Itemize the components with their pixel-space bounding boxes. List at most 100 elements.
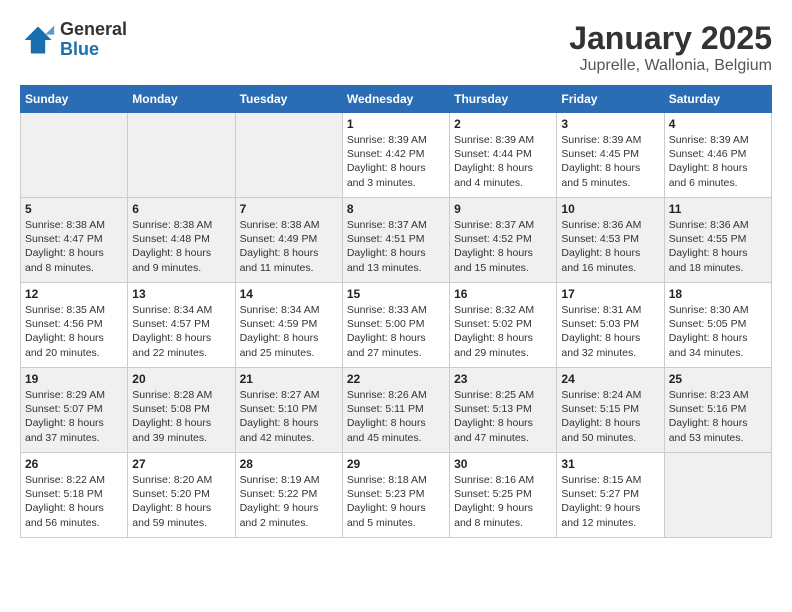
calendar-cell: 2 Sunrise: 8:39 AM Sunset: 4:44 PM Daylig…	[450, 113, 557, 198]
day-info: Sunrise: 8:38 AM Sunset: 4:47 PM Dayligh…	[25, 218, 123, 275]
day-info: Sunrise: 8:16 AM Sunset: 5:25 PM Dayligh…	[454, 473, 552, 530]
day-info: Sunrise: 8:39 AM Sunset: 4:44 PM Dayligh…	[454, 133, 552, 190]
day-number: 12	[25, 287, 123, 301]
calendar-cell: 21 Sunrise: 8:27 AM Sunset: 5:10 PM Dayli…	[235, 368, 342, 453]
day-number: 1	[347, 117, 445, 131]
day-info: Sunrise: 8:39 AM Sunset: 4:45 PM Dayligh…	[561, 133, 659, 190]
day-number: 9	[454, 202, 552, 216]
day-number: 7	[240, 202, 338, 216]
day-info: Sunrise: 8:39 AM Sunset: 4:46 PM Dayligh…	[669, 133, 767, 190]
day-number: 11	[669, 202, 767, 216]
week-row-1: 1 Sunrise: 8:39 AM Sunset: 4:42 PM Daylig…	[21, 113, 772, 198]
day-info: Sunrise: 8:15 AM Sunset: 5:27 PM Dayligh…	[561, 473, 659, 530]
calendar-cell	[664, 453, 771, 538]
day-number: 22	[347, 372, 445, 386]
calendar-cell	[128, 113, 235, 198]
day-number: 26	[25, 457, 123, 471]
day-number: 17	[561, 287, 659, 301]
calendar-cell: 16 Sunrise: 8:32 AM Sunset: 5:02 PM Dayli…	[450, 283, 557, 368]
calendar-cell: 12 Sunrise: 8:35 AM Sunset: 4:56 PM Dayli…	[21, 283, 128, 368]
day-number: 5	[25, 202, 123, 216]
day-info: Sunrise: 8:24 AM Sunset: 5:15 PM Dayligh…	[561, 388, 659, 445]
week-row-3: 12 Sunrise: 8:35 AM Sunset: 4:56 PM Dayli…	[21, 283, 772, 368]
day-info: Sunrise: 8:38 AM Sunset: 4:49 PM Dayligh…	[240, 218, 338, 275]
calendar-cell: 10Sunrise: 8:36 AM Sunset: 4:53 PM Dayli…	[557, 198, 664, 283]
calendar-cell: 9Sunrise: 8:37 AM Sunset: 4:52 PM Daylig…	[450, 198, 557, 283]
day-number: 6	[132, 202, 230, 216]
weekday-header-friday: Friday	[557, 86, 664, 113]
calendar-cell: 30 Sunrise: 8:16 AM Sunset: 5:25 PM Dayli…	[450, 453, 557, 538]
calendar-cell: 22 Sunrise: 8:26 AM Sunset: 5:11 PM Dayli…	[342, 368, 449, 453]
calendar-cell: 23 Sunrise: 8:25 AM Sunset: 5:13 PM Dayli…	[450, 368, 557, 453]
weekday-header-monday: Monday	[128, 86, 235, 113]
day-info: Sunrise: 8:28 AM Sunset: 5:08 PM Dayligh…	[132, 388, 230, 445]
page-header: General Blue January 2025 Juprelle, Wall…	[20, 20, 772, 75]
day-info: Sunrise: 8:33 AM Sunset: 5:00 PM Dayligh…	[347, 303, 445, 360]
location-subtitle: Juprelle, Wallonia, Belgium	[569, 57, 772, 75]
day-number: 2	[454, 117, 552, 131]
day-number: 13	[132, 287, 230, 301]
day-number: 4	[669, 117, 767, 131]
day-info: Sunrise: 8:27 AM Sunset: 5:10 PM Dayligh…	[240, 388, 338, 445]
day-info: Sunrise: 8:18 AM Sunset: 5:23 PM Dayligh…	[347, 473, 445, 530]
weekday-header-thursday: Thursday	[450, 86, 557, 113]
day-info: Sunrise: 8:32 AM Sunset: 5:02 PM Dayligh…	[454, 303, 552, 360]
day-number: 25	[669, 372, 767, 386]
day-number: 30	[454, 457, 552, 471]
day-number: 18	[669, 287, 767, 301]
day-info: Sunrise: 8:31 AM Sunset: 5:03 PM Dayligh…	[561, 303, 659, 360]
week-row-2: 5 Sunrise: 8:38 AM Sunset: 4:47 PM Daylig…	[21, 198, 772, 283]
day-number: 27	[132, 457, 230, 471]
calendar-cell: 27 Sunrise: 8:20 AM Sunset: 5:20 PM Dayli…	[128, 453, 235, 538]
day-number: 16	[454, 287, 552, 301]
logo-icon	[20, 22, 56, 58]
day-info: Sunrise: 8:35 AM Sunset: 4:56 PM Dayligh…	[25, 303, 123, 360]
day-info: Sunrise: 8:26 AM Sunset: 5:11 PM Dayligh…	[347, 388, 445, 445]
calendar-cell: 6 Sunrise: 8:38 AM Sunset: 4:48 PM Daylig…	[128, 198, 235, 283]
logo-blue-text: Blue	[60, 40, 127, 60]
calendar-cell: 19Sunrise: 8:29 AM Sunset: 5:07 PM Dayli…	[21, 368, 128, 453]
day-number: 24	[561, 372, 659, 386]
day-info: Sunrise: 8:37 AM Sunset: 4:51 PM Dayligh…	[347, 218, 445, 275]
day-number: 15	[347, 287, 445, 301]
logo-text: General Blue	[60, 20, 127, 60]
calendar-cell: 31 Sunrise: 8:15 AM Sunset: 5:27 PM Dayli…	[557, 453, 664, 538]
weekday-header-wednesday: Wednesday	[342, 86, 449, 113]
week-row-4: 19Sunrise: 8:29 AM Sunset: 5:07 PM Dayli…	[21, 368, 772, 453]
day-info: Sunrise: 8:36 AM Sunset: 4:55 PM Dayligh…	[669, 218, 767, 275]
weekday-header-row: SundayMondayTuesdayWednesdayThursdayFrid…	[21, 86, 772, 113]
calendar-cell: 24 Sunrise: 8:24 AM Sunset: 5:15 PM Dayli…	[557, 368, 664, 453]
calendar-cell: 26Sunrise: 8:22 AM Sunset: 5:18 PM Dayli…	[21, 453, 128, 538]
day-info: Sunrise: 8:20 AM Sunset: 5:20 PM Dayligh…	[132, 473, 230, 530]
day-info: Sunrise: 8:39 AM Sunset: 4:42 PM Dayligh…	[347, 133, 445, 190]
calendar-cell: 11 Sunrise: 8:36 AM Sunset: 4:55 PM Dayli…	[664, 198, 771, 283]
calendar-cell: 20 Sunrise: 8:28 AM Sunset: 5:08 PM Dayli…	[128, 368, 235, 453]
day-number: 23	[454, 372, 552, 386]
calendar-cell: 8Sunrise: 8:37 AM Sunset: 4:51 PM Daylig…	[342, 198, 449, 283]
day-number: 19	[25, 372, 123, 386]
day-number: 31	[561, 457, 659, 471]
calendar-table: SundayMondayTuesdayWednesdayThursdayFrid…	[20, 85, 772, 538]
day-number: 21	[240, 372, 338, 386]
calendar-cell: 13 Sunrise: 8:34 AM Sunset: 4:57 PM Dayli…	[128, 283, 235, 368]
weekday-header-sunday: Sunday	[21, 86, 128, 113]
calendar-cell	[235, 113, 342, 198]
day-info: Sunrise: 8:36 AM Sunset: 4:53 PM Dayligh…	[561, 218, 659, 275]
day-number: 20	[132, 372, 230, 386]
day-info: Sunrise: 8:30 AM Sunset: 5:05 PM Dayligh…	[669, 303, 767, 360]
day-info: Sunrise: 8:23 AM Sunset: 5:16 PM Dayligh…	[669, 388, 767, 445]
calendar-cell: 15 Sunrise: 8:33 AM Sunset: 5:00 PM Dayli…	[342, 283, 449, 368]
day-number: 29	[347, 457, 445, 471]
week-row-5: 26Sunrise: 8:22 AM Sunset: 5:18 PM Dayli…	[21, 453, 772, 538]
day-info: Sunrise: 8:25 AM Sunset: 5:13 PM Dayligh…	[454, 388, 552, 445]
day-info: Sunrise: 8:34 AM Sunset: 4:57 PM Dayligh…	[132, 303, 230, 360]
calendar-cell: 1 Sunrise: 8:39 AM Sunset: 4:42 PM Daylig…	[342, 113, 449, 198]
calendar-cell: 18 Sunrise: 8:30 AM Sunset: 5:05 PM Dayli…	[664, 283, 771, 368]
calendar-cell: 5 Sunrise: 8:38 AM Sunset: 4:47 PM Daylig…	[21, 198, 128, 283]
day-info: Sunrise: 8:38 AM Sunset: 4:48 PM Dayligh…	[132, 218, 230, 275]
calendar-cell: 29 Sunrise: 8:18 AM Sunset: 5:23 PM Dayli…	[342, 453, 449, 538]
calendar-cell: 28Sunrise: 8:19 AM Sunset: 5:22 PM Dayli…	[235, 453, 342, 538]
calendar-cell: 3Sunrise: 8:39 AM Sunset: 4:45 PM Daylig…	[557, 113, 664, 198]
logo: General Blue	[20, 20, 127, 60]
calendar-cell: 25 Sunrise: 8:23 AM Sunset: 5:16 PM Dayli…	[664, 368, 771, 453]
